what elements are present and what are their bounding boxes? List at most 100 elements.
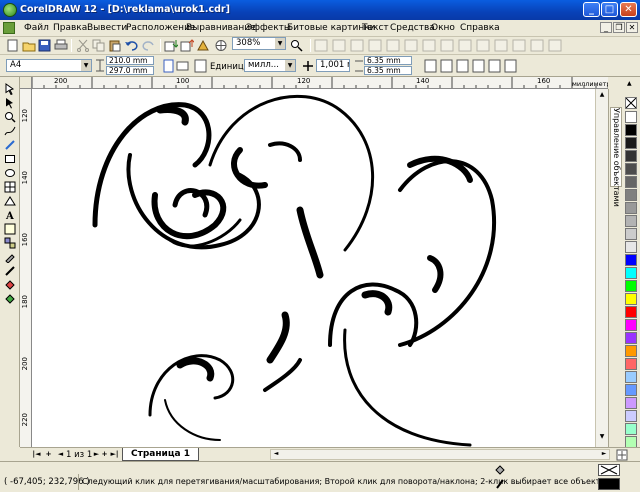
doc-minimize-button[interactable]: _	[600, 22, 612, 33]
text-tool-icon[interactable]: A	[4, 209, 16, 221]
polygon-tool-icon[interactable]	[4, 181, 16, 193]
palette-swatch[interactable]	[625, 306, 637, 318]
palette-swatch[interactable]	[625, 137, 637, 149]
group-icon[interactable]	[368, 39, 382, 52]
units-combo[interactable]: милл... ▼	[244, 59, 296, 72]
application-launcher-icon[interactable]	[196, 39, 210, 52]
snap-to-grid-icon[interactable]	[440, 59, 453, 73]
dynamic-guides-icon[interactable]	[488, 59, 501, 73]
to-back-icon[interactable]	[458, 39, 472, 52]
previous-page-button[interactable]: ◄	[56, 450, 65, 459]
menu-edit[interactable]: Правка	[53, 23, 87, 33]
horizontal-scrollbar[interactable]: ◄ ►	[270, 449, 610, 460]
add-page-after-button[interactable]: +	[100, 450, 109, 459]
palette-swatch[interactable]	[625, 176, 637, 188]
duplicate-x-input[interactable]: 6.35 mm	[364, 56, 412, 65]
snap-to-objects-icon[interactable]	[472, 59, 485, 73]
menu-effects[interactable]: Эффекты	[246, 23, 291, 33]
page-width-input[interactable]: 210.0 mm	[106, 56, 154, 65]
scroll-left-arrow-icon[interactable]: ◄	[271, 450, 281, 459]
ruler-origin[interactable]	[20, 77, 32, 89]
coreldraw-app-icon[interactable]	[3, 3, 17, 17]
menu-file[interactable]: Файл	[24, 23, 49, 33]
palette-swatch[interactable]	[625, 280, 637, 292]
shape-tool-icon[interactable]	[4, 97, 16, 109]
break-apart-icon[interactable]	[422, 39, 436, 52]
palette-swatch[interactable]	[625, 332, 637, 344]
doc-close-button[interactable]: ✕	[626, 22, 638, 33]
redo-icon[interactable]	[142, 39, 156, 52]
fill-color-swatch[interactable]	[598, 464, 620, 476]
floral-ornament-artwork[interactable]	[32, 89, 608, 447]
snap-guidelines-icon[interactable]	[332, 39, 346, 52]
menu-help[interactable]: Справка	[460, 23, 500, 33]
zoom-tool-icon[interactable]	[290, 39, 304, 52]
outline-indicator-icon[interactable]	[494, 478, 506, 490]
treat-as-filled-icon[interactable]	[424, 59, 437, 73]
pick-tool-icon[interactable]	[4, 83, 16, 95]
vertical-ruler[interactable]: 120 140 160 180 200 220	[20, 89, 32, 447]
first-page-button[interactable]: |◄	[32, 450, 41, 459]
palette-swatch[interactable]	[625, 267, 637, 279]
object-manager-tab[interactable]: Управление объектами	[610, 107, 622, 207]
palette-scroll-up-icon[interactable]: ▲	[627, 80, 632, 87]
palette-swatch[interactable]	[625, 358, 637, 370]
import-icon[interactable]	[164, 39, 178, 52]
chevron-down-icon[interactable]: ▼	[285, 60, 295, 71]
rectangle-tool-icon[interactable]	[4, 153, 16, 165]
last-page-button[interactable]: ►|	[110, 450, 119, 459]
menu-view[interactable]: Вывести	[87, 23, 127, 33]
mirror-icon[interactable]	[548, 39, 562, 52]
menu-tools[interactable]: Средства	[390, 23, 435, 33]
close-button[interactable]: ✕	[620, 2, 637, 17]
palette-swatch[interactable]	[625, 371, 637, 383]
document-icon[interactable]	[3, 22, 15, 34]
palette-swatch[interactable]	[625, 202, 637, 214]
minimize-button[interactable]: _	[583, 2, 600, 17]
palette-swatch[interactable]	[625, 228, 637, 240]
snap-to-guidelines-icon[interactable]	[456, 59, 469, 73]
table-tool-icon[interactable]	[4, 223, 16, 235]
palette-swatch[interactable]	[625, 150, 637, 162]
palette-swatch[interactable]	[625, 189, 637, 201]
menu-text[interactable]: Текст	[362, 23, 389, 33]
zoom-level-combo[interactable]: 308% ▼	[232, 37, 286, 50]
scroll-down-arrow-icon[interactable]: ▼	[597, 433, 607, 443]
outline-icon[interactable]	[494, 39, 508, 52]
palette-swatch[interactable]	[625, 345, 637, 357]
fill-icon[interactable]	[512, 39, 526, 52]
interactive-fill-tool-icon[interactable]	[4, 293, 16, 305]
navigator-icon[interactable]	[616, 449, 628, 461]
palette-swatch[interactable]	[625, 410, 637, 422]
copy-icon[interactable]	[92, 39, 106, 52]
pick-tool-options-icon[interactable]	[504, 59, 517, 73]
palette-swatch[interactable]	[625, 293, 637, 305]
vertical-scrollbar[interactable]: ▲ ▼	[595, 89, 608, 447]
no-color-swatch[interactable]	[625, 97, 637, 109]
undo-icon[interactable]	[124, 39, 138, 52]
open-icon[interactable]	[22, 39, 36, 52]
combine-icon[interactable]	[404, 39, 418, 52]
snap-objects-icon[interactable]	[350, 39, 364, 52]
ellipse-tool-icon[interactable]	[4, 167, 16, 179]
outline-color-swatch[interactable]	[598, 478, 620, 490]
all-pages-icon[interactable]	[194, 59, 207, 73]
interactive-blend-tool-icon[interactable]	[4, 237, 16, 249]
basic-shapes-tool-icon[interactable]	[4, 195, 16, 207]
fill-indicator-icon[interactable]	[494, 464, 506, 476]
horizontal-ruler[interactable]: 200 100 120 140 160 миллиметры	[32, 77, 608, 89]
snap-grid-icon[interactable]	[314, 39, 328, 52]
duplicate-y-input[interactable]: 6.35 mm	[364, 66, 412, 75]
print-icon[interactable]	[54, 39, 68, 52]
palette-swatch[interactable]	[625, 215, 637, 227]
eyedropper-tool-icon[interactable]	[4, 251, 16, 263]
scroll-up-arrow-icon[interactable]: ▲	[597, 91, 607, 101]
paste-icon[interactable]	[108, 39, 122, 52]
new-document-icon[interactable]	[6, 39, 20, 52]
page-size-combo[interactable]: A4 ▼	[6, 59, 92, 72]
menu-window[interactable]: Окно	[431, 23, 455, 33]
maximize-button[interactable]: □	[601, 2, 618, 17]
palette-swatch[interactable]	[625, 319, 637, 331]
palette-swatch[interactable]	[625, 384, 637, 396]
ungroup-icon[interactable]	[386, 39, 400, 52]
